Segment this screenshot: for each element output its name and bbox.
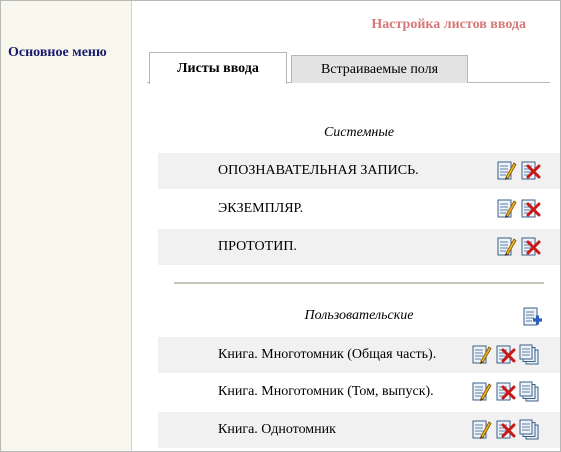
- delete-icon[interactable]: [520, 236, 541, 257]
- main-menu-link[interactable]: Основное меню: [8, 45, 107, 61]
- edit-icon[interactable]: [471, 381, 492, 402]
- delete-icon[interactable]: [520, 160, 541, 181]
- page-title: Настройка листов ввода: [371, 17, 526, 32]
- row-label: Книга. Многотомник (Общая часть).: [218, 347, 437, 362]
- row-label: Книга. Однотомник: [218, 422, 336, 437]
- delete-icon[interactable]: [495, 381, 516, 402]
- row-label: ПРОТОТИП.: [218, 239, 297, 254]
- system-row: ПРОТОТИП.: [158, 229, 560, 265]
- user-row: Книга. Однотомник: [158, 412, 560, 448]
- section-divider: [174, 282, 544, 284]
- system-row: ЭКЗЕМПЛЯР.: [158, 191, 560, 227]
- copy-icon[interactable]: [519, 419, 540, 440]
- app-frame: Основное меню Настройка листов ввода Лис…: [0, 0, 561, 452]
- user-row: Книга. Многотомник (Том, выпуск).: [158, 374, 560, 410]
- sidebar: Основное меню: [1, 1, 132, 451]
- delete-icon[interactable]: [495, 419, 516, 440]
- add-icon[interactable]: [522, 306, 543, 327]
- edit-icon[interactable]: [496, 160, 517, 181]
- user-section-title: Пользовательские: [304, 308, 414, 323]
- row-label: ОПОЗНАВАТЕЛЬНАЯ ЗАПИСЬ.: [218, 163, 419, 178]
- system-section-title: Системные: [323, 125, 395, 140]
- system-row: ОПОЗНАВАТЕЛЬНАЯ ЗАПИСЬ.: [158, 153, 560, 189]
- delete-icon[interactable]: [495, 344, 516, 365]
- edit-icon[interactable]: [471, 419, 492, 440]
- copy-icon[interactable]: [519, 344, 540, 365]
- row-label: Книга. Многотомник (Том, выпуск).: [218, 384, 434, 399]
- row-label: ЭКЗЕМПЛЯР.: [218, 201, 304, 216]
- tab-input-sheets[interactable]: Листы ввода: [149, 52, 287, 84]
- edit-icon[interactable]: [471, 344, 492, 365]
- edit-icon[interactable]: [496, 236, 517, 257]
- edit-icon[interactable]: [496, 198, 517, 219]
- tab-embedded-fields[interactable]: Встраиваемые поля: [291, 55, 468, 83]
- delete-icon[interactable]: [520, 198, 541, 219]
- copy-icon[interactable]: [519, 381, 540, 402]
- user-row: Книга. Многотомник (Общая часть).: [158, 337, 560, 373]
